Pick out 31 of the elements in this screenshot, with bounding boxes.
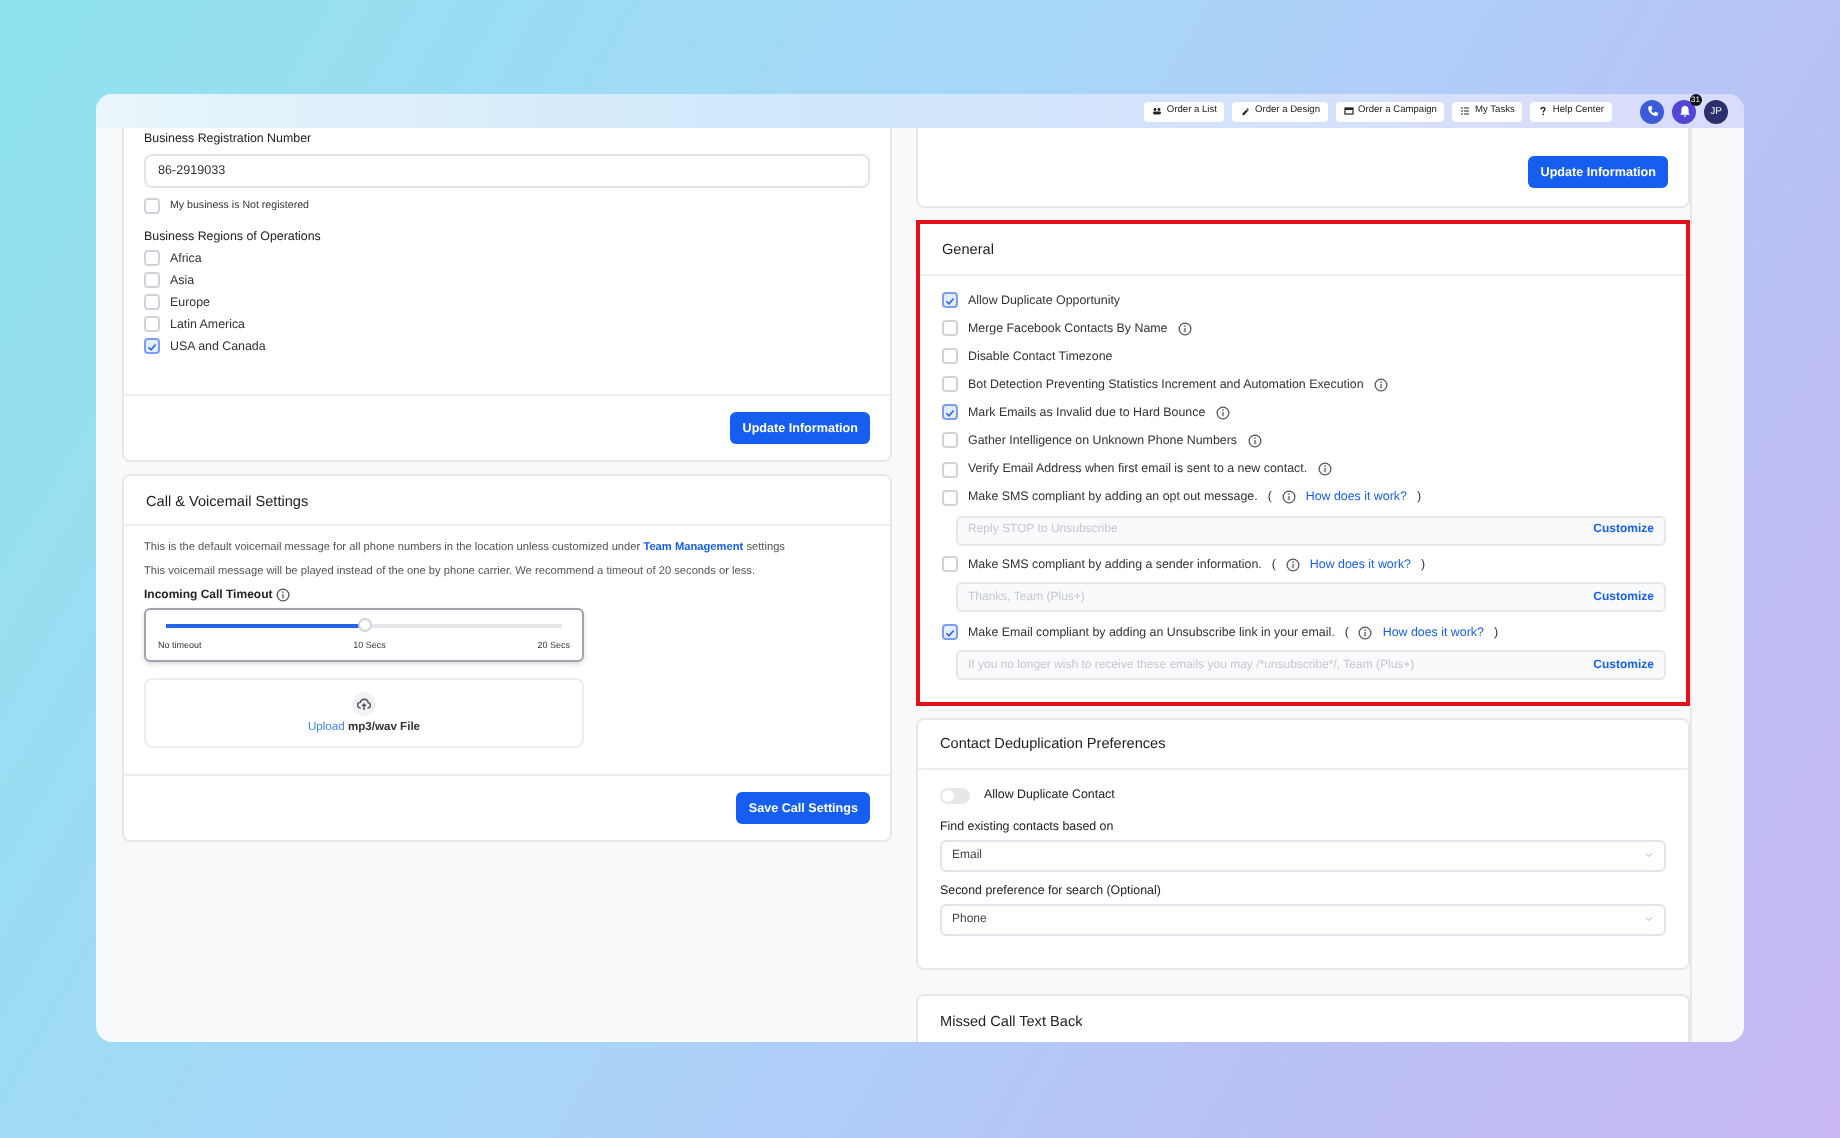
bell-icon [1677,104,1691,118]
checkbox[interactable] [942,376,958,393]
toggle-switch[interactable] [940,787,970,804]
checkbox[interactable] [942,404,958,421]
pen-icon [1240,106,1251,116]
checkbox[interactable] [144,250,160,266]
checkbox[interactable] [942,556,958,573]
chevron-icon [1644,914,1654,925]
question-icon [1538,106,1549,116]
slider-thumb[interactable] [357,618,371,632]
checkbox[interactable] [942,320,958,337]
phone-button[interactable] [1640,99,1664,123]
checkbox[interactable] [942,489,958,506]
checkbox[interactable] [942,624,958,641]
checkbox[interactable] [942,432,958,449]
checkbox[interactable] [144,338,160,354]
storefront-icon [1344,106,1355,116]
people-icon [1152,106,1163,116]
checkbox[interactable] [144,294,160,310]
checkbox[interactable] [942,292,958,308]
info-icon [276,588,291,602]
checkbox[interactable] [144,198,160,214]
timeout-slider[interactable] [166,620,562,632]
checkbox[interactable] [942,348,958,365]
phone-icon [1645,104,1659,118]
list-icon [1460,106,1471,116]
cloud-upload-icon [356,696,372,712]
chevron-icon [1644,850,1654,861]
checkbox[interactable] [942,461,958,478]
checkbox[interactable] [144,272,160,288]
checkbox[interactable] [144,316,160,332]
